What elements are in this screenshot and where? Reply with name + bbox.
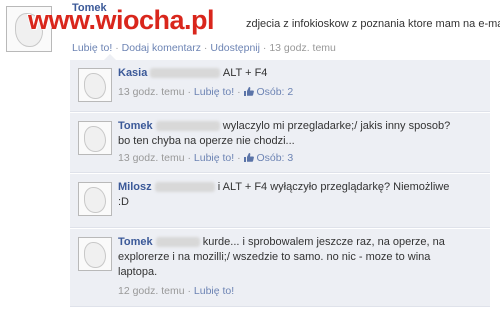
redacted-surname xyxy=(150,68,221,79)
comment-avatar[interactable] xyxy=(78,182,112,216)
redacted-surname xyxy=(155,237,200,248)
comment-item: Tomek kurde... i sprobowalem jeszcze raz… xyxy=(70,229,490,307)
comment-item: Milosz i ALT + F4 wyłączyło przeglądarkę… xyxy=(70,174,490,228)
comment-item: Tomek wylaczylo mi przegladarke;/ jakis … xyxy=(70,113,490,173)
comment-meta: 13 godz. temu · Lubię to! · Osób: 2 xyxy=(118,86,294,98)
comment-meta: 12 godz. temu · Lubię to! xyxy=(118,285,235,297)
comment-like-link[interactable]: Lubię to! xyxy=(194,285,234,297)
comment-avatar[interactable] xyxy=(78,68,112,102)
comment-author[interactable]: Tomek xyxy=(118,236,153,248)
post-comment-link[interactable]: Dodaj komentarz xyxy=(122,42,201,54)
comment-meta: 13 godz. temu · Lubię to! · Osób: 3 xyxy=(118,152,294,164)
comment-item: Kasia ALT + F4 13 godz. temu · Lubię to!… xyxy=(70,60,490,112)
comment-author[interactable]: Tomek xyxy=(118,120,153,132)
watermark-logo: www.wiocha.pl xyxy=(28,5,215,35)
redacted-surname xyxy=(154,182,215,193)
comment-like-link[interactable]: Lubię to! xyxy=(194,152,234,164)
comment-avatar[interactable] xyxy=(78,237,112,271)
post-like-link[interactable]: Lubię to! xyxy=(72,42,112,54)
comment-avatar[interactable] xyxy=(78,121,112,155)
comment-time: 13 godz. temu xyxy=(118,152,185,164)
thumbs-up-icon xyxy=(243,87,254,96)
post-time: 13 godz. temu xyxy=(269,42,336,54)
comment-time: 12 godz. temu xyxy=(118,285,185,297)
comment-likes-count[interactable]: Osób: 3 xyxy=(256,152,293,164)
post-share-link[interactable]: Udostępnij xyxy=(210,42,260,54)
redacted-surname xyxy=(155,121,220,132)
post-text: zdjecia z infokioskow z poznania ktore m… xyxy=(246,18,500,30)
comment-time: 13 godz. temu xyxy=(118,86,185,98)
comment-text: ALT + F4 xyxy=(222,67,268,79)
comment-likes-count[interactable]: Osób: 2 xyxy=(256,86,293,98)
comment-author[interactable]: Kasia xyxy=(118,67,147,79)
comment-author[interactable]: Milosz xyxy=(118,181,152,193)
comment-like-link[interactable]: Lubię to! xyxy=(194,86,234,98)
post-meta: Lubię to! · Dodaj komentarz · Udostępnij… xyxy=(72,42,336,54)
thumbs-up-icon xyxy=(243,153,254,162)
